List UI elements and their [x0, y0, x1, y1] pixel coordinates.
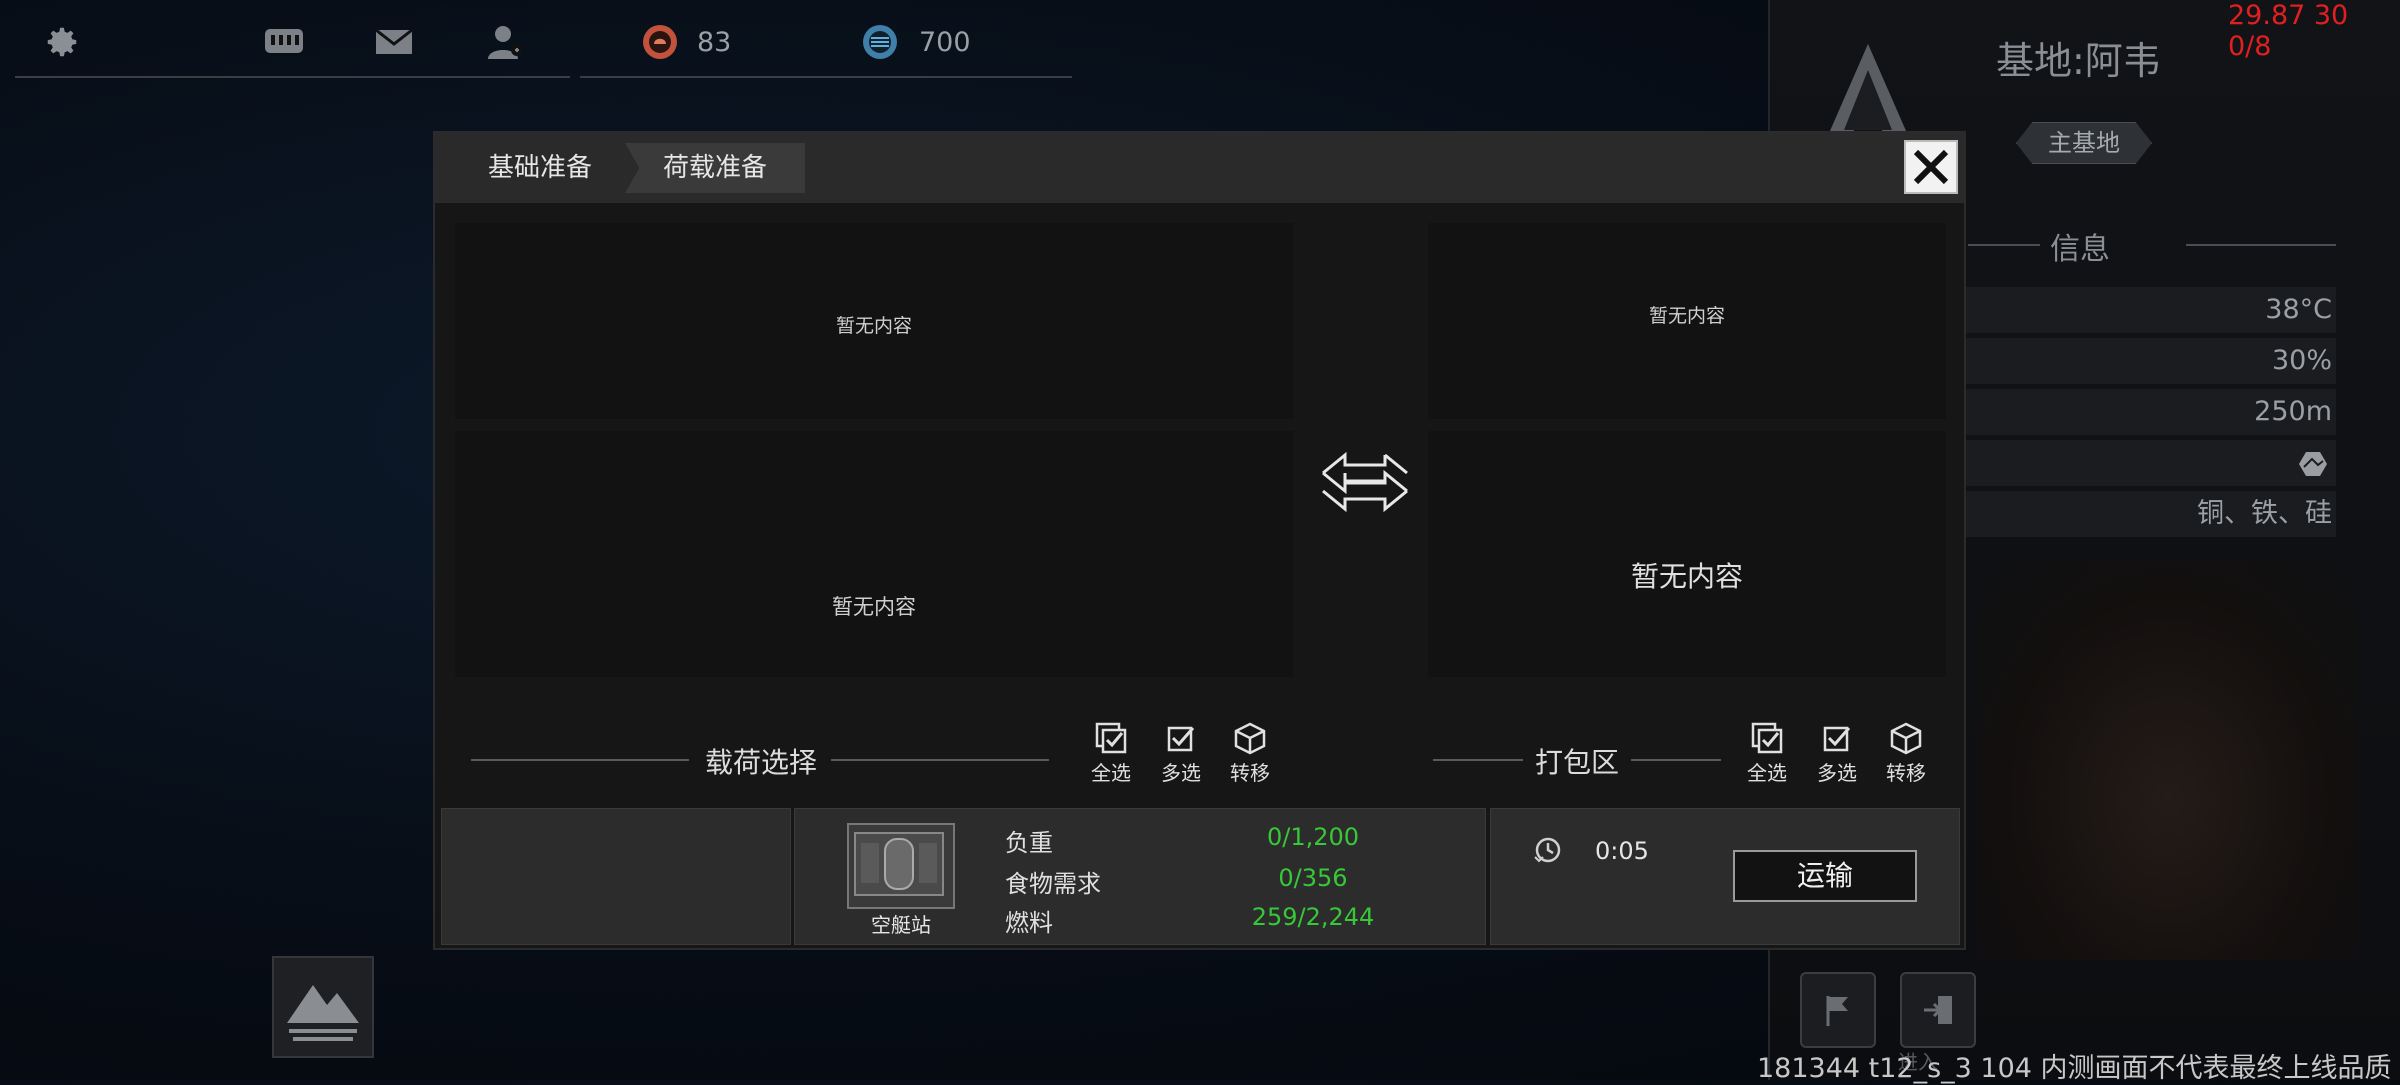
- empty-text: 暂无内容: [832, 595, 916, 619]
- stat-weight-value: 0/1,200: [1266, 823, 1360, 851]
- info-divider-right: [2186, 244, 2336, 246]
- mountain-map-icon: [287, 985, 359, 1041]
- section-divider: [831, 759, 1049, 761]
- topbar-divider: [15, 76, 570, 78]
- load-prep-dialog: 基础准备 荷载准备 暂无内容 暂无内容 暂无内容 暂无内容 载荷选择 全选 多选…: [433, 131, 1966, 950]
- select-all-button[interactable]: 全选: [1081, 721, 1141, 786]
- select-all-label: 全选: [1091, 761, 1131, 785]
- terrain-icon: [2298, 448, 2328, 494]
- multi-select-label: 多选: [1817, 761, 1857, 785]
- map-button[interactable]: [272, 956, 374, 1058]
- info-section-title: 信息: [2050, 232, 2110, 267]
- build-watermark: 181344 t12_s_3 104 内测画面不代表最终上线品质: [1757, 1053, 2392, 1084]
- multi-select-icon: [1823, 726, 1851, 752]
- multi-select-icon: [1167, 726, 1195, 752]
- pack-bottom-pane: 暂无内容: [1428, 431, 1946, 677]
- water-resource-icon: [858, 20, 902, 64]
- transfer-label: 转移: [1886, 761, 1926, 785]
- vehicle-name: 空艇站: [871, 913, 931, 937]
- transfer-label: 转移: [1230, 761, 1270, 785]
- pack-multi-select-button[interactable]: 多选: [1807, 721, 1867, 786]
- clock-icon: [1533, 835, 1563, 869]
- info-humidity: 30%: [1960, 338, 2336, 384]
- transfer-arrows-icon[interactable]: [1319, 451, 1411, 517]
- flag-button[interactable]: [1800, 972, 1876, 1048]
- close-button[interactable]: [1904, 140, 1958, 194]
- pack-top-pane: 暂无内容: [1428, 223, 1946, 419]
- select-all-icon: [1095, 722, 1127, 754]
- info-altitude: 250m: [1960, 389, 2336, 435]
- water-resource-count: 700: [919, 27, 971, 58]
- airship-station-icon: [854, 832, 944, 896]
- stat-food-label: 食物需求: [1005, 870, 1101, 898]
- multi-select-label: 多选: [1161, 761, 1201, 785]
- pack-select-all-button[interactable]: 全选: [1737, 721, 1797, 786]
- enter-button[interactable]: [1900, 972, 1976, 1048]
- food-resource-count: 83: [697, 27, 732, 58]
- pack-transfer-button[interactable]: 转移: [1876, 721, 1936, 786]
- stat-weight-label: 负重: [1005, 829, 1053, 857]
- stat-fuel-value: 259/2,244: [1251, 903, 1375, 931]
- cargo-top-pane: 暂无内容: [455, 223, 1293, 419]
- info-terrain: [1960, 440, 2336, 486]
- empty-text: 暂无内容: [1630, 560, 1743, 593]
- box-icon: [1890, 722, 1922, 755]
- chat-bubble-icon[interactable]: [262, 20, 306, 64]
- cargo-select-title: 载荷选择: [705, 746, 818, 779]
- stat-food-value: 0/356: [1278, 864, 1348, 892]
- section-divider: [1433, 759, 1523, 761]
- info-minerals: 铜、铁、硅: [1960, 491, 2336, 537]
- empty-slot-box: [441, 808, 791, 945]
- section-divider: [471, 759, 689, 761]
- select-all-icon: [1751, 722, 1783, 754]
- empty-text: 暂无内容: [1648, 305, 1725, 327]
- info-temperature: 38°C: [1960, 287, 2336, 333]
- tab-load-prep[interactable]: 荷载准备: [625, 143, 805, 193]
- close-icon: [1913, 149, 1949, 185]
- empty-text: 暂无内容: [835, 315, 912, 337]
- enter-door-icon: [1924, 996, 1952, 1024]
- topbar-divider: [580, 76, 1072, 78]
- main-base-badge: 主基地: [2016, 122, 2152, 164]
- vehicle-info-box: 空艇站 负重 0/1,200 食物需求 0/356 燃料 259/2,244: [794, 808, 1486, 945]
- stat-fuel-label: 燃料: [1005, 909, 1053, 937]
- info-divider-left: [1968, 244, 2040, 246]
- friends-icon[interactable]: [484, 20, 528, 64]
- transport-timer: 0:05: [1595, 837, 1649, 865]
- tab-basic-prep[interactable]: 基础准备: [445, 143, 635, 193]
- transfer-button[interactable]: 转移: [1220, 721, 1280, 786]
- settings-gear-icon[interactable]: [40, 20, 84, 64]
- base-title: 基地:阿韦: [1996, 39, 2161, 83]
- mail-icon[interactable]: [372, 20, 416, 64]
- vehicle-thumbnail[interactable]: [847, 823, 955, 909]
- debug-fps-text: 29.87 30 0/8: [2228, 0, 2349, 62]
- cargo-bottom-pane: 暂无内容: [455, 431, 1293, 677]
- box-icon: [1234, 722, 1266, 755]
- pack-area-title: 打包区: [1535, 746, 1620, 779]
- select-all-label: 全选: [1747, 761, 1787, 785]
- base-scene-art: [1976, 560, 2360, 960]
- section-divider: [1631, 759, 1721, 761]
- flag-icon: [1826, 996, 1848, 1026]
- multi-select-button[interactable]: 多选: [1151, 721, 1211, 786]
- transport-button[interactable]: 运输: [1733, 850, 1917, 902]
- food-resource-icon: [638, 20, 682, 64]
